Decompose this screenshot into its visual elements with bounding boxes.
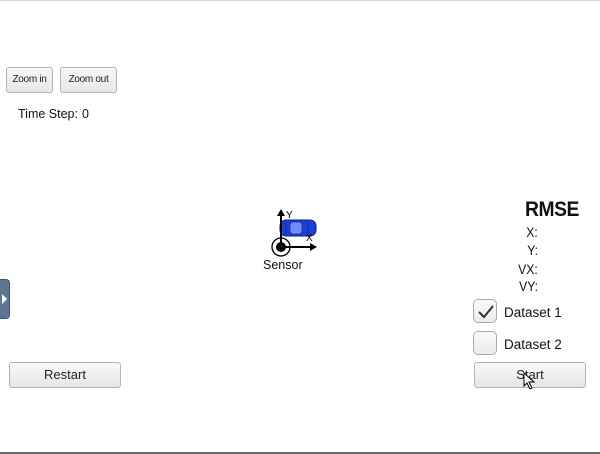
rmse-title: RMSE xyxy=(525,198,579,221)
rmse-vx-label: VX: xyxy=(518,262,538,277)
axis-x-label: X xyxy=(306,233,313,244)
time-step-readout: Time Step: 0 xyxy=(18,107,89,121)
axis-y-label: Y xyxy=(286,210,293,221)
dataset-1-label[interactable]: Dataset 1 xyxy=(504,305,562,320)
dataset-1-checkbox[interactable] xyxy=(473,299,497,323)
dataset-2-label[interactable]: Dataset 2 xyxy=(504,337,562,352)
dataset-2-checkbox[interactable] xyxy=(473,331,497,355)
rmse-vy-label: VY: xyxy=(519,279,538,294)
time-step-value: 0 xyxy=(81,107,89,121)
side-panel-toggle[interactable] xyxy=(0,279,10,319)
rmse-x-label: X: xyxy=(526,225,538,240)
zoom-in-button[interactable]: Zoom in xyxy=(6,67,53,93)
rmse-y-label: Y: xyxy=(527,243,538,258)
simulator-window: Zoom in Zoom out Time Step: 0 Y X Sensor … xyxy=(0,0,600,454)
checkmark-icon xyxy=(478,305,494,319)
sensor-label: Sensor xyxy=(263,258,303,272)
restart-button[interactable]: Restart xyxy=(9,362,121,388)
time-step-label: Time Step: xyxy=(18,107,78,121)
zoom-out-button[interactable]: Zoom out xyxy=(60,67,117,93)
chevron-right-icon xyxy=(2,294,7,304)
mouse-cursor-icon xyxy=(523,372,535,390)
